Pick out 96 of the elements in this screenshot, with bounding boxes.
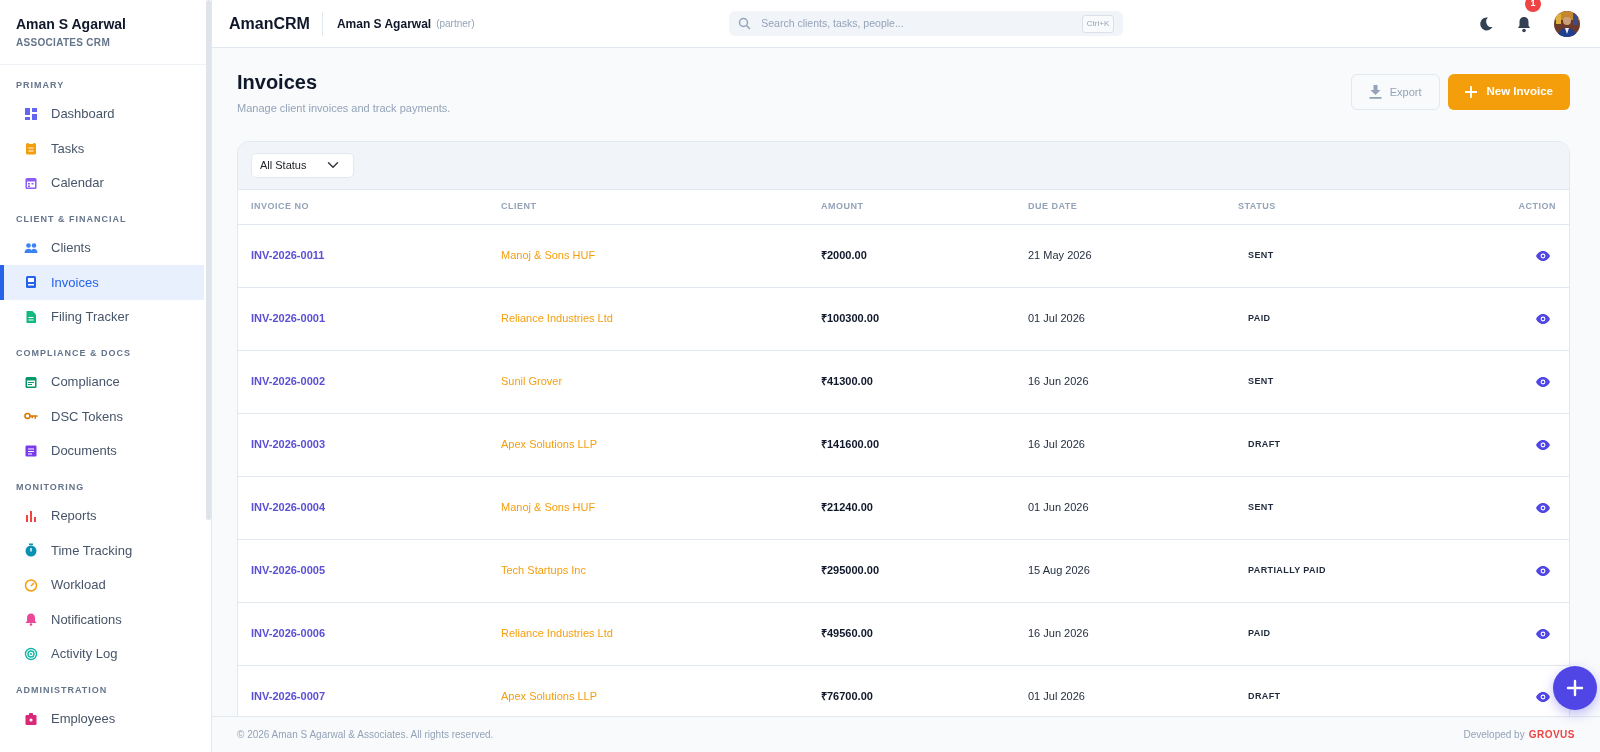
sidebar-item[interactable]: Documents <box>0 433 204 468</box>
plus-icon <box>1566 679 1584 697</box>
eye-icon[interactable] <box>1536 692 1550 703</box>
client-name: Manoj & Sons HUF <box>501 500 597 516</box>
invoice-link[interactable]: INV-2026-0007 <box>251 688 325 705</box>
eye-icon[interactable] <box>1536 440 1550 451</box>
invoice-link[interactable]: INV-2026-0005 <box>251 562 325 579</box>
sidebar-item[interactable]: Activity Log <box>0 636 204 671</box>
column-header: STATUS <box>1238 199 1277 213</box>
eye-icon[interactable] <box>1536 629 1550 640</box>
sidebar-item[interactable]: Notifications <box>0 602 204 637</box>
column-header: CLIENT <box>501 199 538 213</box>
amount: ₹49560.00 <box>821 626 874 642</box>
eye-icon[interactable] <box>1536 503 1550 514</box>
sidebar-item[interactable]: Employees <box>0 701 204 736</box>
client-name: Tech Startups Inc <box>501 563 587 579</box>
scrollbar[interactable] <box>206 0 211 520</box>
sidebar-item[interactable]: Clients <box>0 230 204 265</box>
status: SENT <box>1247 374 1275 388</box>
due-date: 01 Jul 2026 <box>1028 311 1086 327</box>
column-header: ACTION <box>1518 199 1556 213</box>
client-name: Reliance Industries Ltd <box>501 626 614 642</box>
sidebar-item[interactable]: Filing Tracker <box>0 299 204 334</box>
client-name: Apex Solutions LLP <box>501 437 598 453</box>
brand-subtitle: ASSOCIATES CRM <box>16 36 112 50</box>
amount: ₹141600.00 <box>821 437 880 453</box>
eye-icon[interactable] <box>1536 566 1550 577</box>
due-date: 16 Jul 2026 <box>1028 437 1086 453</box>
search-input[interactable]: Search clients, tasks, people... <box>759 14 1074 33</box>
amount: ₹2000.00 <box>821 248 868 264</box>
section-heading: ADMINISTRATION <box>15 684 109 697</box>
amount: ₹76700.00 <box>821 689 874 705</box>
plus-icon <box>1464 86 1477 98</box>
column-header: AMOUNT <box>821 199 865 213</box>
sidebar-item[interactable]: Tasks <box>0 131 204 166</box>
sidebar-item[interactable]: Compliance <box>0 364 204 399</box>
status: DRAFT <box>1247 437 1282 451</box>
invoice-link[interactable]: INV-2026-0003 <box>251 436 325 453</box>
brand-name: Aman S Agarwal <box>16 15 127 34</box>
client-name: Sunil Grover <box>501 374 564 390</box>
amount: ₹100300.00 <box>821 311 880 327</box>
user-name: Aman S Agarwal <box>336 15 432 33</box>
invoice-link[interactable]: INV-2026-0001 <box>251 310 325 327</box>
eye-icon[interactable] <box>1536 377 1550 388</box>
sidebar-item[interactable]: Calendar <box>0 165 204 200</box>
status: PARTIALLY PAID <box>1247 563 1327 577</box>
shortcut-hint: Ctrl+K <box>1081 14 1115 33</box>
search-icon <box>738 17 752 30</box>
add-button[interactable] <box>1553 666 1597 710</box>
sidebar-item[interactable]: Invoices <box>0 265 204 300</box>
sidebar-item[interactable]: Workload <box>0 567 204 602</box>
invoice-link[interactable]: INV-2026-0002 <box>251 373 325 390</box>
amount: ₹41300.00 <box>821 374 874 390</box>
invoice-link[interactable]: INV-2026-0006 <box>251 625 325 642</box>
status-filter[interactable]: All Status <box>251 152 354 178</box>
developer-logo: GROVUS <box>1528 728 1575 742</box>
copyright-text: © 2026 Aman S Agarwal & Associates. All rights reserved. <box>237 728 494 742</box>
sidebar-item[interactable]: Time Tracking <box>0 533 204 568</box>
amount: ₹295000.00 <box>821 563 880 579</box>
status: PAID <box>1247 626 1272 640</box>
eye-icon[interactable] <box>1536 314 1550 325</box>
due-date: 16 Jun 2026 <box>1028 626 1090 642</box>
amount: ₹21240.00 <box>821 500 874 516</box>
section-heading: MONITORING <box>15 481 86 494</box>
due-date: 01 Jun 2026 <box>1028 500 1090 516</box>
due-date: 01 Jul 2026 <box>1028 689 1086 705</box>
column-header: INVOICE NO <box>251 199 310 213</box>
status: SENT <box>1247 248 1275 262</box>
developed-by-text: Developed by <box>1463 728 1525 742</box>
section-heading: PRIMARY <box>15 79 66 92</box>
status: SENT <box>1247 500 1275 514</box>
moon-icon[interactable] <box>1478 15 1494 32</box>
sidebar-item[interactable]: Dashboard <box>0 96 204 131</box>
app-name: AmanCRM <box>229 11 323 36</box>
status: DRAFT <box>1247 689 1282 703</box>
notification-badge: 1 <box>1525 0 1541 12</box>
client-name: Manoj & Sons HUF <box>501 248 597 264</box>
page-title: Invoices <box>237 70 319 94</box>
client-name: Reliance Industries Ltd <box>501 311 614 327</box>
sidebar-item[interactable]: DSC Tokens <box>0 399 204 434</box>
due-date: 16 Jun 2026 <box>1028 374 1090 390</box>
download-icon <box>1368 85 1382 99</box>
invoice-link[interactable]: INV-2026-0004 <box>251 499 325 516</box>
due-date: 21 May 2026 <box>1028 248 1093 264</box>
status: PAID <box>1247 311 1272 325</box>
user-role: (partner) <box>436 17 475 31</box>
section-heading: COMPLIANCE & DOCS <box>15 347 132 360</box>
eye-icon[interactable] <box>1536 251 1550 262</box>
bell-icon[interactable] <box>1516 15 1532 33</box>
section-heading: CLIENT & FINANCIAL <box>15 213 128 226</box>
page-subtitle: Manage client invoices and track payments. <box>237 101 451 116</box>
sidebar-item[interactable]: Reports <box>0 498 204 533</box>
client-name: Apex Solutions LLP <box>501 689 598 705</box>
invoice-link[interactable]: INV-2026-0011 <box>251 247 325 264</box>
due-date: 15 Aug 2026 <box>1028 563 1091 579</box>
column-header: DUE DATE <box>1028 199 1079 213</box>
